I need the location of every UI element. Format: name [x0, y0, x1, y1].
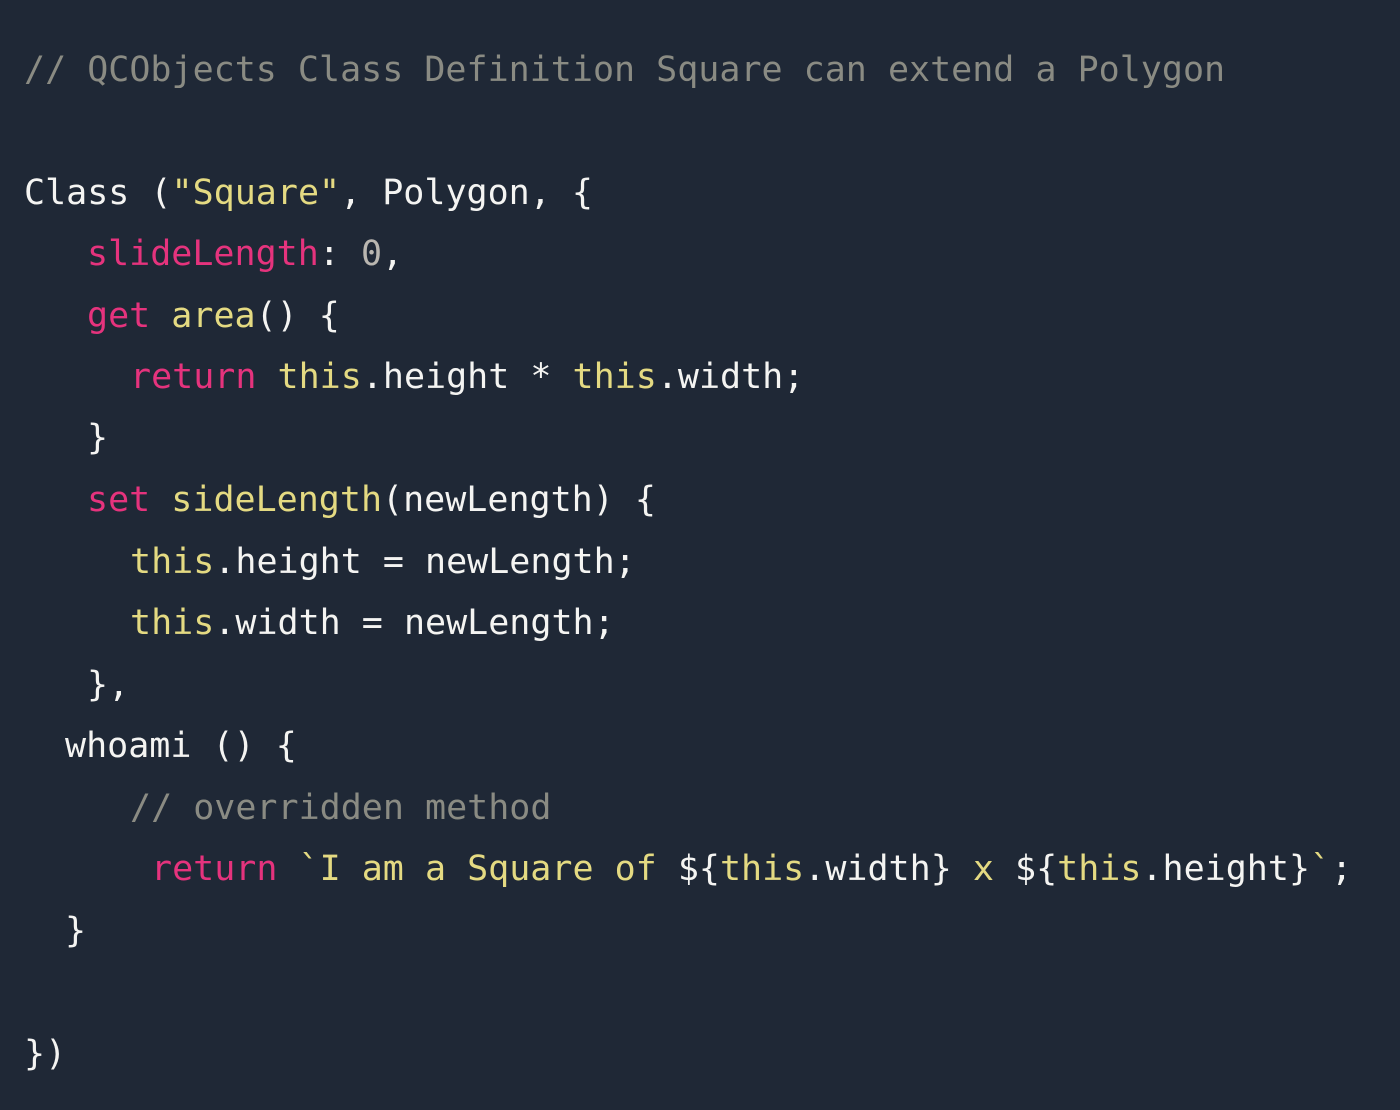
code-text: .width}	[804, 849, 952, 889]
code-text: .width = newLength;	[214, 603, 615, 643]
code-identifier: this	[130, 542, 215, 582]
code-line: // overridden method	[130, 777, 551, 839]
code-line: },	[87, 654, 129, 716]
code-identifier: this	[1057, 849, 1142, 889]
code-keyword: slideLength	[87, 234, 319, 274]
code-line: get area() {	[87, 285, 340, 347]
code-keyword: return	[130, 357, 257, 397]
code-text: ${	[677, 849, 720, 889]
code-identifier: this	[572, 357, 657, 397]
code-text: ${	[1015, 849, 1058, 889]
code-line: return this.height * this.width;	[130, 346, 804, 408]
code-keyword: set	[87, 480, 151, 520]
code-text: }	[87, 418, 109, 458]
code-identifier: this	[719, 849, 805, 889]
code-string: x	[951, 849, 1015, 889]
code-string: "Square"	[171, 173, 341, 213]
code-editor: // QCObjects Class Definition Square can…	[0, 0, 1400, 1110]
code-line: set sideLength(newLength) {	[87, 469, 656, 531]
code-line: this.height = newLength;	[130, 531, 636, 593]
code-text: () {	[255, 296, 340, 336]
code-text: whoami () {	[65, 726, 297, 766]
code-string: `	[1310, 849, 1332, 889]
code-text: .height *	[361, 357, 573, 397]
code-line: // QCObjects Class Definition Square can…	[24, 39, 1225, 101]
code-text: },	[87, 665, 130, 705]
code-text: .width;	[656, 357, 805, 397]
code-string: `I am a Square of	[298, 849, 678, 889]
code-identifier: this	[130, 603, 215, 643]
code-text: .height}	[1141, 849, 1311, 889]
code-text: }	[65, 911, 87, 951]
code-line: })	[24, 1023, 66, 1085]
code-line: }	[65, 900, 86, 962]
code-text: .height = newLength;	[214, 542, 636, 582]
code-line: this.width = newLength;	[130, 592, 615, 654]
code-identifier: sideLength	[171, 480, 383, 520]
code-line: slideLength: 0,	[87, 223, 403, 285]
code-text: (newLength) {	[382, 480, 656, 520]
code-text: ,	[382, 234, 404, 274]
code-text: , Polygon, {	[340, 173, 593, 213]
code-line: return `I am a Square of ${this.width} x…	[151, 838, 1352, 900]
code-number: 0	[360, 234, 383, 274]
code-keyword: get	[87, 296, 151, 336]
code-line: whoami () {	[65, 715, 297, 777]
code-text: ;	[1331, 849, 1353, 889]
code-identifier: this	[277, 357, 362, 397]
code-line: }	[87, 407, 108, 469]
code-comment: // overridden method	[130, 788, 552, 828]
code-text: :	[318, 234, 361, 274]
code-line: Class ("Square", Polygon, {	[24, 162, 593, 224]
code-text: Class (	[24, 173, 172, 213]
code-text: })	[24, 1034, 67, 1074]
code-identifier: area	[171, 296, 256, 336]
code-comment: // QCObjects Class Definition Square can…	[24, 50, 1226, 90]
code-keyword: return	[151, 849, 278, 889]
